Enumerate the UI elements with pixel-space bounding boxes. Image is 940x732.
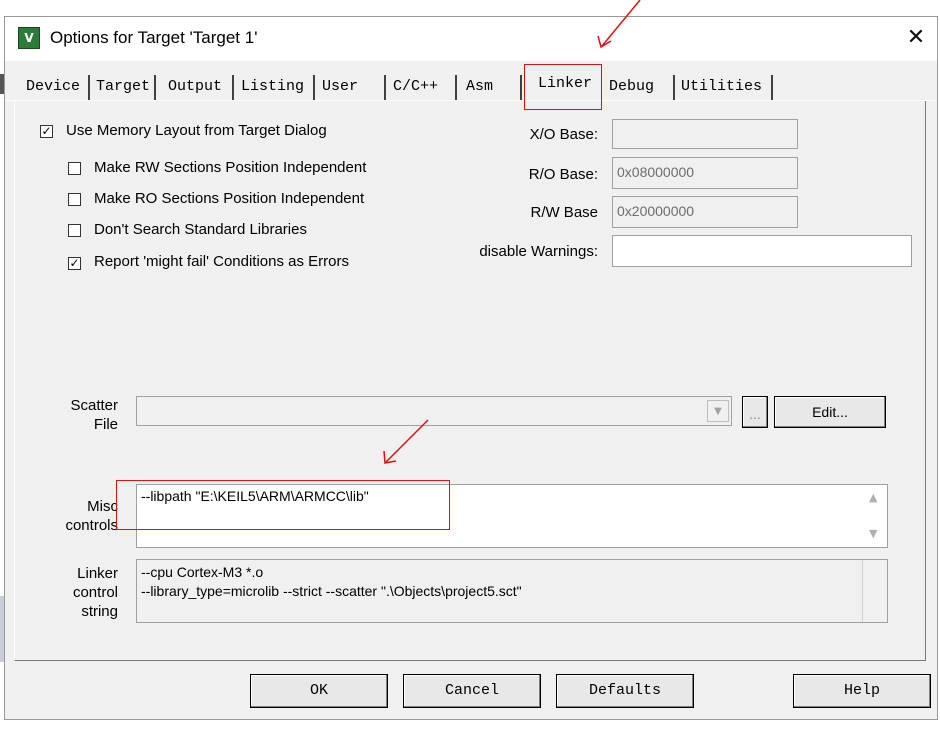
arrow-to-linker-tab <box>601 0 641 47</box>
annotation-arrows <box>383 0 641 464</box>
arrow-to-misc-controls <box>385 419 429 463</box>
